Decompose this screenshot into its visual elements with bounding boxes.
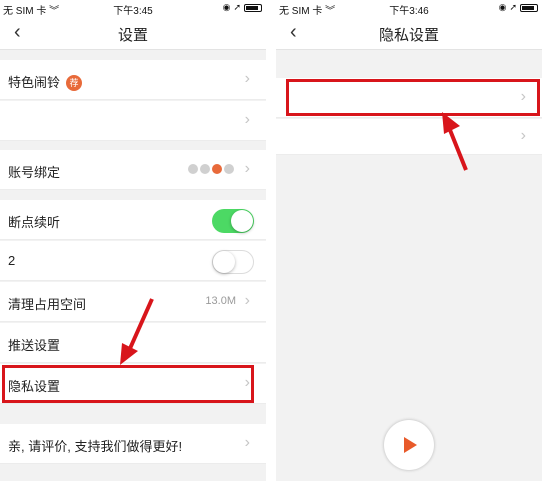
settings-row-second: 2 (0, 241, 266, 281)
settings-row-resume: 断点续听 (0, 200, 266, 240)
chevron-right-icon: › (244, 160, 250, 177)
status-right: ◉ ➚ (499, 2, 538, 13)
location-icon: ➚ (509, 2, 517, 12)
play-icon (404, 437, 417, 453)
chevron-right-icon: › (244, 292, 250, 309)
row-label: 断点续听 (8, 215, 61, 230)
recommend-badge: 荐 (66, 75, 83, 91)
weibo-icon (212, 164, 222, 174)
battery-icon (244, 3, 262, 12)
qq-icon (188, 164, 198, 174)
privacy-settings-screen: 无 SIM 卡 ︾ 下午3:46 ◉ ➚ ‹ 隐私设置 › › (276, 0, 542, 481)
chevron-right-icon: › (244, 111, 250, 128)
wechat-icon (200, 164, 210, 174)
chevron-right-icon: › (520, 127, 526, 144)
nav-bar: ‹ 设置 (0, 16, 266, 50)
location-icon: ➚ (233, 2, 241, 12)
settings-row-account[interactable]: 账号绑定 › (0, 150, 266, 190)
play-button[interactable] (384, 420, 434, 470)
nav-bar: ‹ 隐私设置 (276, 16, 542, 50)
row-label: 2 (8, 253, 16, 268)
chevron-right-icon: › (244, 434, 250, 451)
lock-rotation-icon: ◉ (498, 2, 507, 12)
privacy-highlight-box (2, 365, 254, 403)
resume-toggle[interactable] (212, 209, 254, 233)
pointer-arrow-icon (120, 298, 154, 365)
pointer-arrow-icon (442, 112, 468, 171)
row-label: 账号绑定 (8, 165, 61, 180)
account-bind-icons (188, 164, 234, 174)
status-bar: 无 SIM 卡 ︾ 下午3:46 ◉ ➚ (276, 0, 542, 17)
privacy-row-second[interactable]: › (276, 119, 542, 155)
toggle-knob (213, 251, 235, 273)
row-label: 清理占用空间 (8, 297, 87, 312)
lock-rotation-icon: ◉ (222, 2, 231, 12)
status-bar: 无 SIM 卡 ︾ 下午3:45 ◉ ➚ (0, 0, 266, 17)
second-toggle[interactable] (212, 250, 254, 274)
page-title: 设置 (117, 27, 148, 44)
chevron-right-icon: › (244, 70, 250, 87)
settings-row-ringtone[interactable]: 特色闹铃荐 › (0, 60, 266, 100)
page-title: 隐私设置 (378, 27, 439, 44)
battery-icon (520, 3, 538, 12)
phone-icon (224, 164, 234, 174)
row-label: 特色闹铃 (8, 75, 61, 90)
row-label: 亲, 请评价, 支持我们做得更好! (8, 439, 183, 454)
settings-screen: 无 SIM 卡 ︾ 下午3:45 ◉ ➚ ‹ 设置 特色闹铃荐 › › 账号绑定… (0, 0, 266, 481)
privacy-row-highlight-box (286, 79, 540, 116)
status-right: ◉ ➚ (223, 2, 262, 13)
toggle-knob (231, 210, 253, 232)
settings-row-empty[interactable]: › (0, 101, 266, 141)
row-label: 推送设置 (8, 338, 61, 353)
divider (266, 0, 276, 481)
settings-row-rate[interactable]: 亲, 请评价, 支持我们做得更好! › (0, 424, 266, 464)
cache-size: 13.0M (205, 295, 236, 307)
